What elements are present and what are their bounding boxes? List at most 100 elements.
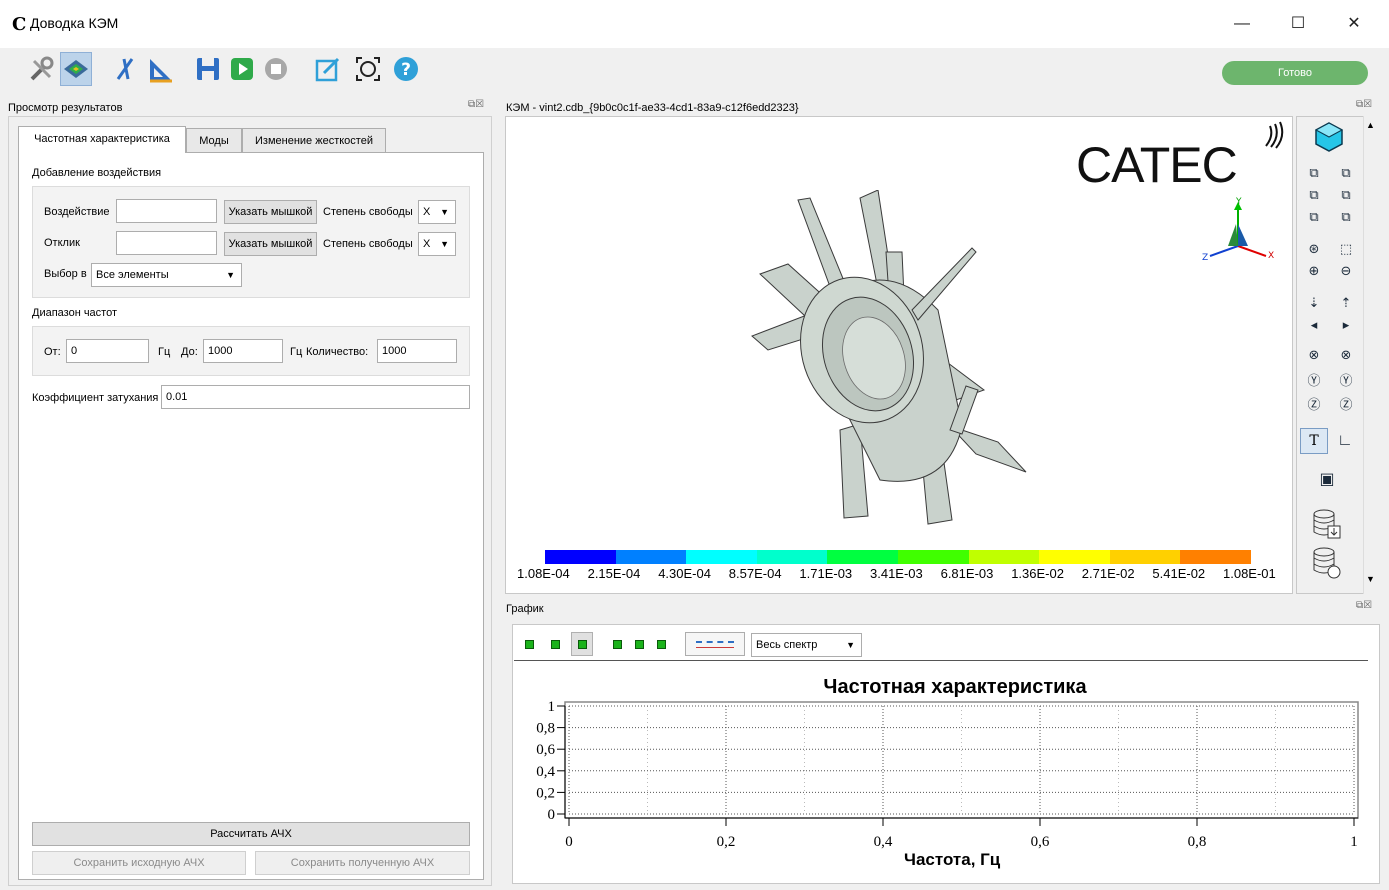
stop-icon[interactable] [260,52,292,86]
pan-down-icon[interactable]: ⇣ [1305,294,1323,312]
dock-float-close-icon[interactable]: ⧉☒ [1356,600,1372,611]
count-field[interactable]: 1000 [377,339,457,363]
cut-icon[interactable] [110,52,142,86]
zoom-window-icon[interactable]: ⬚ [1337,240,1355,258]
impeller-model[interactable] [740,190,1040,530]
impact-pick-button[interactable]: Указать мышкой [224,200,317,224]
view-front-icon[interactable]: ⧉ [1305,164,1323,182]
response-label: Отклик [44,237,80,249]
run-icon[interactable] [226,52,258,86]
pan-left-icon[interactable]: ◂ [1305,316,1323,334]
line-style-button[interactable] [685,632,745,656]
legend-label: 2.15E-04 [587,566,641,581]
rotate-z-pos-icon[interactable]: Ⓩ [1337,394,1355,412]
calculate-afc-button[interactable]: Рассчитать АЧХ [32,822,470,846]
graph-tool-5-icon[interactable] [628,632,650,656]
legend-label: 2.71E-02 [1081,566,1135,581]
view-bottom-icon[interactable]: ⧉ [1337,208,1355,226]
legend-color-segment [827,550,898,564]
tab-modes[interactable]: Моды [186,128,242,152]
reload-database-icon[interactable] [1312,546,1342,580]
view-back-icon[interactable]: ⧉ [1337,164,1355,182]
legend-label: 1.71E-03 [799,566,853,581]
minimize-button[interactable]: — [1219,8,1265,40]
to-unit-label: Гц [290,346,303,358]
zoom-fit-icon[interactable]: ⊛ [1305,240,1323,258]
isometric-view-icon[interactable] [1312,120,1346,154]
view-right-icon[interactable]: ⧉ [1337,186,1355,204]
dock-float-close-icon[interactable]: ⧉☒ [468,99,484,110]
legend-color-segment [686,550,757,564]
graph-tool-6-icon[interactable] [650,632,672,656]
zoom-in-icon[interactable]: ⊕ [1305,262,1323,280]
from-field[interactable]: 0 [66,339,149,363]
response-pick-button[interactable]: Указать мышкой [224,232,317,256]
graph-tool-2-icon[interactable] [544,632,566,656]
dashed-line-icon [696,641,734,643]
y-tick-label: 0,4 [536,764,555,780]
tools-icon[interactable] [26,52,58,86]
results-dock-title: Просмотр результатов [8,102,123,114]
rotate-x-neg-icon[interactable]: ⊗ [1305,346,1323,364]
damping-label: Коэффициент затухания [32,392,159,404]
rotate-y-neg-icon[interactable]: Ⓨ [1305,370,1323,388]
y-tick-label: 0,2 [536,785,555,801]
response-dof-select[interactable]: X ▼ [418,232,456,256]
export-database-icon[interactable] [1312,508,1342,540]
legend-label: 8.57E-04 [728,566,782,581]
y-tick-label: 0,6 [536,742,555,758]
title-bar [0,0,1389,48]
legend-color-segment [1039,550,1110,564]
tab-stiffness-changes[interactable]: Изменение жесткостей [242,128,386,152]
view-top-icon[interactable]: ⧉ [1305,208,1323,226]
help-icon[interactable]: ? [390,52,422,86]
damping-field[interactable]: 0.01 [161,385,470,409]
scroll-down-icon[interactable]: ▼ [1366,574,1375,584]
dock-float-close-icon[interactable]: ⧉☒ [1356,99,1372,110]
pan-right-icon[interactable]: ▸ [1337,316,1355,334]
maximize-button[interactable]: ☐ [1275,8,1321,40]
pan-up-icon[interactable]: ⇡ [1337,294,1355,312]
rotate-z-neg-icon[interactable]: Ⓩ [1305,394,1323,412]
view-left-icon[interactable]: ⧉ [1305,186,1323,204]
axis-x-label: X [1268,251,1274,261]
from-unit-label: Гц [158,346,171,358]
legend-label: 1.08E-01 [1223,566,1276,581]
chart-x-label: Частота, Гц [904,850,1001,869]
window-title: Доводка КЭМ [30,15,119,31]
element-select[interactable]: Все элементы ▼ [91,263,242,287]
axis-z-label: Z [1202,253,1208,263]
impact-dof-select[interactable]: X ▼ [418,200,456,224]
legend-label: 3.41E-03 [870,566,923,581]
chevron-down-icon: ▼ [440,239,449,249]
tab-frequency-response[interactable]: Частотная характеристика [18,126,186,153]
text-toggle-icon[interactable]: T [1300,428,1328,454]
axis-y-label: Y [1235,197,1242,207]
scroll-up-icon[interactable]: ▲ [1366,120,1375,130]
view-tools-scrollbar[interactable] [1363,116,1379,594]
screenshot-icon[interactable]: ▣ [1318,470,1336,488]
close-button[interactable]: ✕ [1331,8,1377,40]
rotate-y-pos-icon[interactable]: Ⓨ [1337,370,1355,388]
axes-toggle-icon[interactable]: ∟ [1336,432,1354,450]
target-icon[interactable] [352,52,384,86]
zoom-out-icon[interactable]: ⊖ [1337,262,1355,280]
spectrum-select[interactable]: Весь спектр ▼ [751,633,862,657]
to-label: До: [181,346,198,358]
results-view-icon[interactable] [60,52,92,86]
measure-icon[interactable] [144,52,176,86]
response-field[interactable] [116,231,217,255]
graph-tool-3-icon[interactable] [571,632,593,656]
graph-tool-4-icon[interactable] [606,632,628,656]
save-icon[interactable] [192,52,224,86]
graph-tool-1-icon[interactable] [518,632,540,656]
impact-field[interactable] [116,199,217,223]
to-field[interactable]: 1000 [203,339,283,363]
graph-toolbar-divider [514,660,1368,661]
legend-label: 6.81E-03 [940,566,994,581]
rotate-x-pos-icon[interactable]: ⊗ [1337,346,1355,364]
y-tick-label: 0 [548,807,556,823]
edit-icon[interactable] [312,52,344,86]
save-result-afc-button[interactable]: Сохранить полученную АЧХ [255,851,470,875]
save-original-afc-button[interactable]: Сохранить исходную АЧХ [32,851,246,875]
